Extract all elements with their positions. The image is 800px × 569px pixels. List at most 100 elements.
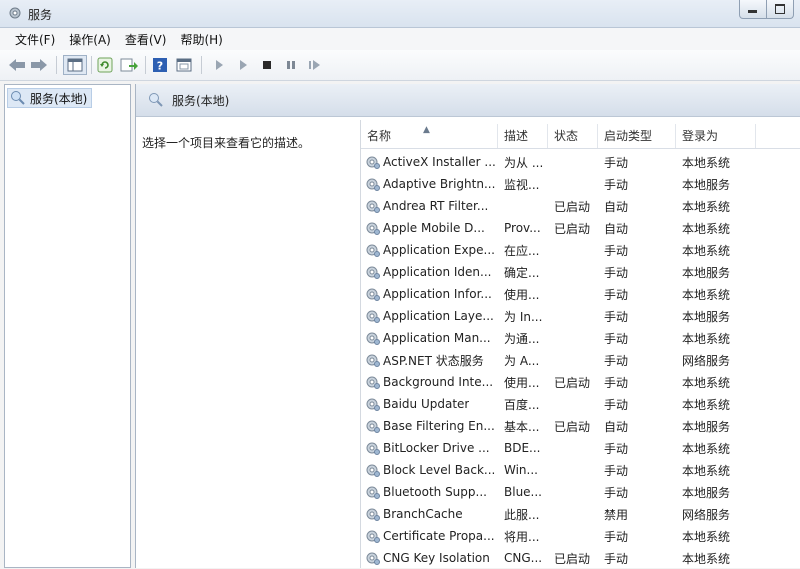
table-row[interactable]: BitLocker Drive ... BDE... 手动 本地系统 xyxy=(361,437,800,459)
column-header-startup-type[interactable]: 启动类型 xyxy=(598,124,676,148)
column-header-log-on-as[interactable]: 登录为 xyxy=(676,124,756,148)
stop-service-icon xyxy=(263,61,271,69)
service-startup-type-cell: 手动 xyxy=(604,155,629,170)
table-row[interactable]: Certificate Propa... 将用... 手动 本地系统 xyxy=(361,525,800,547)
column-header-description[interactable]: 描述 xyxy=(498,124,548,148)
service-startup-type-cell: 手动 xyxy=(604,353,629,368)
table-row[interactable]: Block Level Back... Win... 手动 本地系统 xyxy=(361,459,800,481)
service-name-cell: Application Expe... xyxy=(361,242,498,258)
tree-item-label: 服务(本地) xyxy=(30,91,88,106)
help-button[interactable]: ? xyxy=(151,56,169,74)
column-header-name[interactable]: ▲ 名称 xyxy=(361,124,498,148)
show-hide-tree-button[interactable] xyxy=(63,55,87,75)
start-service-alt-button[interactable] xyxy=(234,56,252,74)
toolbar: ? xyxy=(0,50,800,81)
service-name-cell: Bluetooth Supp... xyxy=(361,484,498,500)
maximize-icon xyxy=(775,4,785,14)
service-gear-icon xyxy=(366,530,380,543)
service-name: Adaptive Brightn... xyxy=(383,177,496,191)
services-magnifier-icon xyxy=(11,91,25,105)
service-startup-type-cell: 手动 xyxy=(604,177,629,192)
table-row[interactable]: Application Iden... 确定... 手动 本地服务 xyxy=(361,261,800,283)
service-startup-type-cell: 手动 xyxy=(604,265,629,280)
service-gear-icon xyxy=(366,222,380,235)
service-logon-cell: 本地服务 xyxy=(682,309,731,324)
table-row[interactable]: Application Expe... 在应... 手动 本地系统 xyxy=(361,239,800,261)
service-description-cell: Prov... xyxy=(504,221,541,235)
service-startup-type-cell: 手动 xyxy=(604,485,629,500)
service-name-cell: Base Filtering En... xyxy=(361,418,498,434)
table-row[interactable]: ActiveX Installer ... 为从 ... 手动 本地系统 xyxy=(361,151,800,173)
service-logon-cell: 本地服务 xyxy=(682,485,731,500)
service-name-cell: Adaptive Brightn... xyxy=(361,176,498,192)
menu-action[interactable]: 操作(A) xyxy=(62,31,118,48)
table-row[interactable]: Application Laye... 为 In... 手动 本地服务 xyxy=(361,305,800,327)
service-description-cell: 为通... xyxy=(504,331,540,346)
menu-file[interactable]: 文件(F) xyxy=(8,31,62,48)
resume-service-button[interactable] xyxy=(306,56,324,74)
properties-button[interactable] xyxy=(175,56,193,74)
stop-service-button[interactable] xyxy=(258,56,276,74)
service-gear-icon xyxy=(366,288,380,301)
service-name: Apple Mobile D... xyxy=(383,221,485,235)
service-name-cell: ActiveX Installer ... xyxy=(361,154,498,170)
service-name-cell: Certificate Propa... xyxy=(361,528,498,544)
table-row[interactable]: Andrea RT Filter... 已启动 自动 本地系统 xyxy=(361,195,800,217)
table-row[interactable]: Background Inte... 使用... 已启动 手动 本地系统 xyxy=(361,371,800,393)
window-controls xyxy=(739,0,794,20)
service-name: BitLocker Drive ... xyxy=(383,441,490,455)
service-name-cell: Baidu Updater xyxy=(361,396,498,412)
service-name-cell: BranchCache xyxy=(361,506,498,522)
results-pane: 服务(本地) 选择一个项目来查看它的描述。 ▲ 名称 描述 状态 启动类型 登录… xyxy=(135,84,800,568)
column-header-status[interactable]: 状态 xyxy=(548,124,598,148)
service-name: Baidu Updater xyxy=(383,397,470,411)
table-row[interactable]: Application Infor... 使用... 手动 本地系统 xyxy=(361,283,800,305)
service-name: Background Inte... xyxy=(383,375,494,389)
service-description-cell: 此服... xyxy=(504,507,540,522)
service-name-cell: Block Level Back... xyxy=(361,462,498,478)
back-button[interactable] xyxy=(8,56,26,74)
export-list-button[interactable] xyxy=(120,56,138,74)
column-header-label: 名称 xyxy=(367,129,392,143)
results-pane-title: 服务(本地) xyxy=(172,93,230,108)
title-bar: 服务 xyxy=(0,0,800,28)
column-header-label: 登录为 xyxy=(682,129,719,143)
service-status-cell: 已启动 xyxy=(554,221,591,236)
table-row[interactable]: Base Filtering En... 基本... 已启动 自动 本地服务 xyxy=(361,415,800,437)
service-gear-icon xyxy=(366,266,380,279)
table-row[interactable]: Baidu Updater 百度... 手动 本地系统 xyxy=(361,393,800,415)
tree-item-services-local[interactable]: 服务(本地) xyxy=(7,88,93,108)
table-row[interactable]: Bluetooth Supp... Blue... 手动 本地服务 xyxy=(361,481,800,503)
menu-view[interactable]: 查看(V) xyxy=(118,31,174,48)
pause-service-button[interactable] xyxy=(282,56,300,74)
service-description-cell: 为从 ... xyxy=(504,155,544,170)
service-logon-cell: 网络服务 xyxy=(682,507,731,522)
service-description-cell: 在应... xyxy=(504,243,540,258)
services-magnifier-icon xyxy=(149,93,163,107)
table-row[interactable]: Adaptive Brightn... 监视... 手动 本地服务 xyxy=(361,173,800,195)
table-row[interactable]: Application Man... 为通... 手动 本地系统 xyxy=(361,327,800,349)
menu-bar: 文件(F) 操作(A) 查看(V) 帮助(H) xyxy=(0,28,800,50)
table-row[interactable]: BranchCache 此服... 禁用 网络服务 xyxy=(361,503,800,525)
forward-arrow-icon xyxy=(31,59,47,71)
service-name: Application Expe... xyxy=(383,243,495,257)
service-logon-cell: 本地系统 xyxy=(682,243,731,258)
service-logon-cell: 本地服务 xyxy=(682,419,731,434)
minimize-button[interactable] xyxy=(739,0,767,19)
refresh-button[interactable] xyxy=(96,56,114,74)
service-description-cell: CNG... xyxy=(504,551,543,565)
table-row[interactable]: ASP.NET 状态服务 为 A... 手动 网络服务 xyxy=(361,349,800,371)
service-description-cell: 基本... xyxy=(504,419,540,434)
service-gear-icon xyxy=(366,420,380,433)
table-row[interactable]: Apple Mobile D... Prov... 已启动 自动 本地系统 xyxy=(361,217,800,239)
service-name-cell: ASP.NET 状态服务 xyxy=(361,352,498,369)
resume-service-icon xyxy=(309,60,320,70)
maximize-button[interactable] xyxy=(767,0,794,19)
start-service-button[interactable] xyxy=(210,56,228,74)
menu-help[interactable]: 帮助(H) xyxy=(173,31,229,48)
service-startup-type-cell: 手动 xyxy=(604,397,629,412)
table-row[interactable]: CNG Key Isolation CNG... 已启动 手动 本地系统 xyxy=(361,547,800,569)
start-service-alt-icon xyxy=(240,60,247,70)
results-pane-header: 服务(本地) xyxy=(136,84,800,117)
forward-button[interactable] xyxy=(30,56,48,74)
